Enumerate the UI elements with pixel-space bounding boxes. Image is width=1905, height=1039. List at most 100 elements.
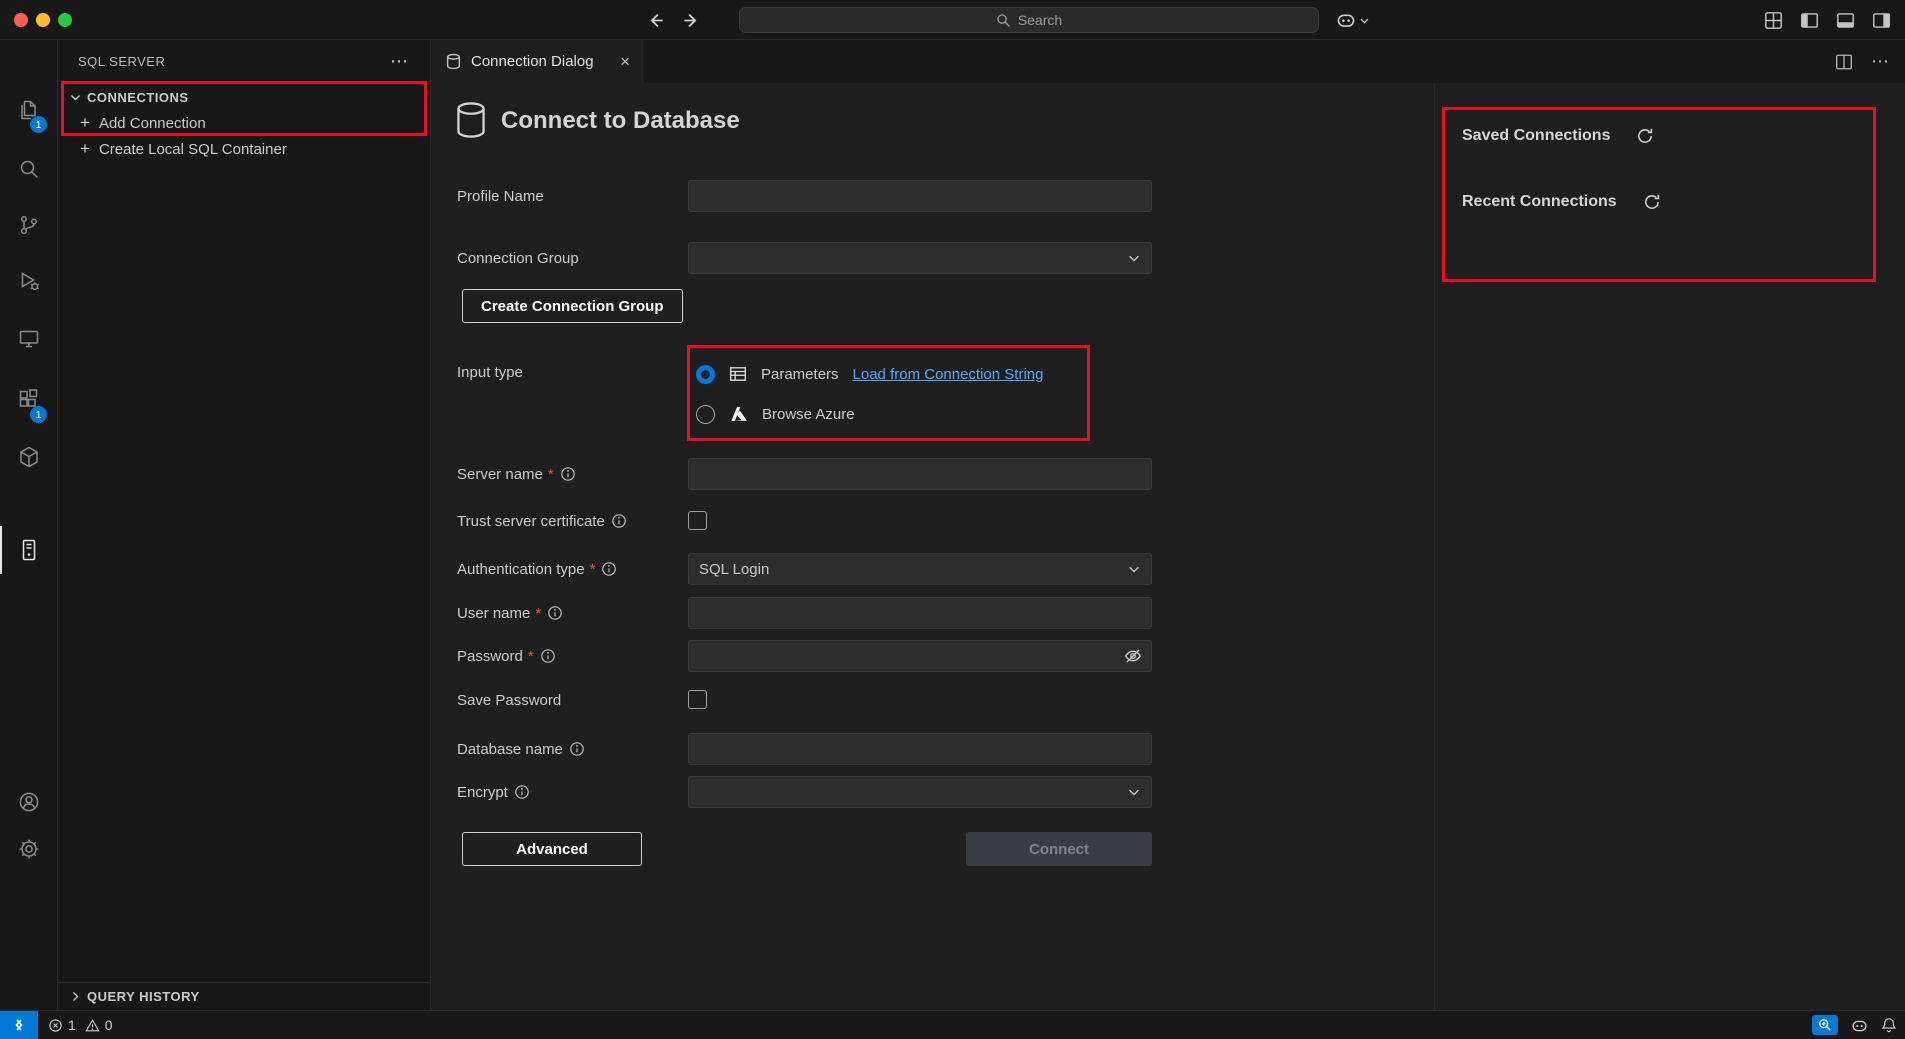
- editor-tab-bar: Connection Dialog × ⋯: [431, 40, 1905, 83]
- azure-icon: [729, 405, 748, 424]
- chevron-down-icon: [1127, 251, 1141, 265]
- section-query-history[interactable]: QUERY HISTORY: [58, 982, 430, 1009]
- tab-close-icon[interactable]: ×: [620, 53, 630, 70]
- accounts-button[interactable]: [17, 790, 41, 814]
- required-marker: *: [528, 648, 534, 665]
- recent-connections-header: Recent Connections: [1462, 193, 1617, 211]
- authentication-type-dropdown[interactable]: SQL Login: [688, 553, 1152, 585]
- profile-name-input[interactable]: [688, 180, 1152, 212]
- required-marker: *: [535, 605, 541, 622]
- remote-indicator[interactable]: [0, 1011, 38, 1039]
- container-cube-icon: [17, 445, 41, 469]
- sidebar-more-actions-button[interactable]: ⋯: [390, 49, 408, 73]
- trust-server-certificate-checkbox[interactable]: [688, 511, 707, 530]
- input-type-parameters-option[interactable]: Parameters Load from Connection String: [696, 358, 1043, 390]
- encrypt-row: Encrypt: [431, 776, 1434, 808]
- explorer-badge: 1: [30, 116, 47, 133]
- zoom-indicator[interactable]: [1812, 1015, 1838, 1035]
- window-zoom-button[interactable]: [58, 13, 72, 27]
- connect-button[interactable]: Connect: [966, 832, 1152, 866]
- chevron-down-icon: [1359, 15, 1370, 26]
- advanced-button[interactable]: Advanced: [462, 832, 642, 866]
- profile-name-label: Profile Name: [457, 188, 544, 205]
- section-connections[interactable]: CONNECTIONS: [58, 84, 430, 110]
- info-icon[interactable]: [560, 466, 576, 482]
- save-password-label: Save Password: [457, 692, 561, 709]
- user-name-input[interactable]: [688, 597, 1152, 629]
- create-local-sql-container-label: Create Local SQL Container: [99, 141, 287, 158]
- radio-selected[interactable]: [696, 365, 715, 384]
- problems-indicator[interactable]: 1 0: [48, 1011, 113, 1039]
- window-close-button[interactable]: [14, 13, 28, 27]
- refresh-icon[interactable]: [1643, 193, 1661, 211]
- authentication-type-value: SQL Login: [699, 561, 769, 578]
- toggle-secondary-sidebar-icon[interactable]: [1872, 11, 1891, 30]
- sidebar-item-search[interactable]: [17, 157, 41, 181]
- password-input[interactable]: [688, 640, 1152, 672]
- account-icon: [17, 790, 41, 814]
- info-icon[interactable]: [569, 741, 585, 757]
- database-icon: [455, 101, 487, 139]
- sidebar-title: SQL SERVER: [78, 40, 165, 83]
- info-icon[interactable]: [540, 648, 556, 664]
- eye-off-icon[interactable]: [1124, 647, 1142, 665]
- warning-icon: [85, 1018, 100, 1033]
- encrypt-dropdown[interactable]: [688, 776, 1152, 808]
- window-minimize-button[interactable]: [36, 13, 50, 27]
- source-control-icon: [17, 213, 41, 237]
- database-name-input[interactable]: [688, 733, 1152, 765]
- chevron-down-icon: [69, 91, 82, 104]
- sidebar-item-run-debug[interactable]: [17, 269, 41, 293]
- search-command-center[interactable]: Search: [739, 7, 1319, 33]
- sidebar-item-containers[interactable]: [17, 445, 41, 469]
- info-icon[interactable]: [601, 561, 617, 577]
- chevron-down-icon: [1127, 785, 1141, 799]
- connection-group-dropdown[interactable]: [688, 242, 1152, 274]
- info-icon[interactable]: [547, 605, 563, 621]
- load-from-connection-string-link[interactable]: Load from Connection String: [853, 366, 1044, 383]
- sidebar-item-remote-explorer[interactable]: [17, 327, 41, 351]
- add-connection-item[interactable]: + Add Connection: [58, 110, 430, 136]
- notifications-bell-icon[interactable]: [1881, 1017, 1897, 1033]
- trust-server-certificate-row: Trust server certificate: [431, 505, 1434, 537]
- copilot-status-icon[interactable]: [1851, 1017, 1868, 1034]
- create-connection-group-button[interactable]: Create Connection Group: [462, 289, 683, 323]
- user-name-row: User name *: [431, 597, 1434, 629]
- copilot-menu[interactable]: [1336, 10, 1370, 30]
- input-type-browse-azure-option[interactable]: Browse Azure: [696, 398, 855, 430]
- dialog-title: Connect to Database: [501, 107, 740, 135]
- browse-azure-label: Browse Azure: [762, 406, 855, 423]
- radio-unselected[interactable]: [696, 405, 715, 424]
- create-local-sql-container-item[interactable]: + Create Local SQL Container: [58, 136, 430, 162]
- sql-server-icon: [17, 538, 41, 562]
- info-icon[interactable]: [514, 784, 530, 800]
- toggle-panel-icon[interactable]: [1836, 11, 1855, 30]
- required-marker: *: [590, 561, 596, 578]
- sidebar-item-sql-server[interactable]: [17, 538, 41, 562]
- status-bar: 1 0: [0, 1010, 1905, 1039]
- tab-label: Connection Dialog: [471, 53, 594, 70]
- error-count: 1: [68, 1017, 76, 1033]
- active-item-indicator: [0, 526, 2, 574]
- sidebar-item-source-control[interactable]: [17, 213, 41, 237]
- side-bar: SQL SERVER ⋯ CONNECTIONS + Add Connectio…: [58, 40, 431, 1010]
- connection-dialog-pane: Connect to Database Profile Name Connect…: [431, 83, 1434, 1010]
- server-name-label: Server name: [457, 466, 543, 483]
- connections-section-label: CONNECTIONS: [87, 90, 189, 105]
- refresh-icon[interactable]: [1636, 127, 1654, 145]
- save-password-checkbox[interactable]: [688, 690, 707, 709]
- toggle-primary-sidebar-icon[interactable]: [1800, 11, 1819, 30]
- server-name-input[interactable]: [688, 458, 1152, 490]
- tab-connection-dialog[interactable]: Connection Dialog ×: [431, 40, 643, 83]
- navigate-forward-button[interactable]: [680, 9, 702, 31]
- add-connection-label: Add Connection: [99, 115, 206, 132]
- navigate-back-button[interactable]: [644, 9, 666, 31]
- customize-layout-icon[interactable]: [1764, 11, 1783, 30]
- database-name-label: Database name: [457, 741, 563, 758]
- split-editor-icon[interactable]: [1835, 53, 1853, 71]
- plus-icon: +: [80, 113, 90, 133]
- settings-button[interactable]: [17, 837, 41, 861]
- editor-more-actions-icon[interactable]: ⋯: [1871, 51, 1889, 72]
- info-icon[interactable]: [611, 513, 627, 529]
- database-name-row: Database name: [431, 733, 1434, 765]
